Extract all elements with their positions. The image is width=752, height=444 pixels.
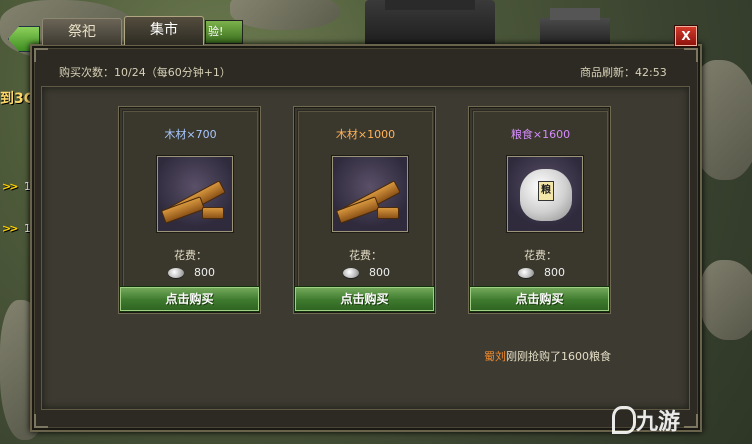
- market-item-card: 木材×1000 花费： 800 点击购买: [293, 106, 436, 314]
- buyer-name: 刘: [495, 350, 506, 363]
- watermark-logo-icon: [612, 406, 636, 434]
- market-item-card: 粮食×1600 粮 花费： 800 点击购买: [468, 106, 611, 314]
- wood-icon: [157, 156, 233, 232]
- background-tab-fragment: 验!: [205, 20, 243, 44]
- plank-shape: [202, 207, 224, 219]
- plank-shape: [377, 207, 399, 219]
- tab-market[interactable]: 集市: [124, 16, 204, 45]
- grain-bag-icon: 粮: [507, 156, 583, 232]
- panel-corner-ornament: [34, 414, 48, 428]
- item-name: 木材×1000: [335, 128, 396, 141]
- bag-label: 粮: [538, 181, 554, 201]
- silver-coin-icon: [518, 268, 534, 278]
- tab-sacrifice[interactable]: 祭祀: [42, 18, 122, 45]
- purchase-notice: 蜀刘刚刚抢购了1600粮食: [484, 348, 611, 364]
- cost-value: 800: [544, 266, 565, 279]
- item-name: 木材×700: [164, 128, 217, 141]
- rock-terrain: [230, 0, 340, 30]
- cost-label: 花费：: [174, 249, 207, 262]
- panel-corner-ornament: [34, 48, 48, 62]
- wood-icon: [332, 156, 408, 232]
- card-body: 木材×700 花费： 800: [123, 111, 258, 289]
- cost-value: 800: [194, 266, 215, 279]
- refresh-timer-text: 商品刷新：42:53: [580, 66, 667, 79]
- cost-label: 花费：: [349, 249, 382, 262]
- cost-label: 花费：: [524, 249, 557, 262]
- panel-corner-ornament: [684, 414, 698, 428]
- card-body: 木材×1000 花费： 800: [298, 111, 433, 289]
- side-quest-text: 到3C: [0, 91, 35, 107]
- buy-button[interactable]: 点击购买: [470, 287, 609, 311]
- buy-button[interactable]: 点击购买: [295, 287, 434, 311]
- silver-coin-icon: [343, 268, 359, 278]
- cost-value: 800: [369, 266, 390, 279]
- panel-corner-ornament: [684, 48, 698, 62]
- purchase-count-text: 购买次数：10/24（每60分钟+1）: [59, 66, 231, 79]
- market-item-card: 木材×700 花费： 800 点击购买: [118, 106, 261, 314]
- buyer-kingdom: 蜀: [484, 350, 495, 363]
- buy-button[interactable]: 点击购买: [120, 287, 259, 311]
- item-name: 粮食×1600: [510, 128, 571, 141]
- close-button[interactable]: X: [675, 26, 697, 46]
- quest-arrow-icon[interactable]: >>: [2, 222, 19, 235]
- quest-arrow-icon[interactable]: >>: [2, 180, 19, 193]
- watermark-text: 九游: [636, 410, 681, 435]
- silver-coin-icon: [168, 268, 184, 278]
- house-building: [540, 8, 610, 46]
- card-body: 粮食×1600 粮 花费： 800: [473, 111, 608, 289]
- castle-building: [365, 0, 495, 45]
- rock-terrain: [700, 260, 752, 340]
- notice-text: 刚刚抢购了1600粮食: [506, 350, 611, 363]
